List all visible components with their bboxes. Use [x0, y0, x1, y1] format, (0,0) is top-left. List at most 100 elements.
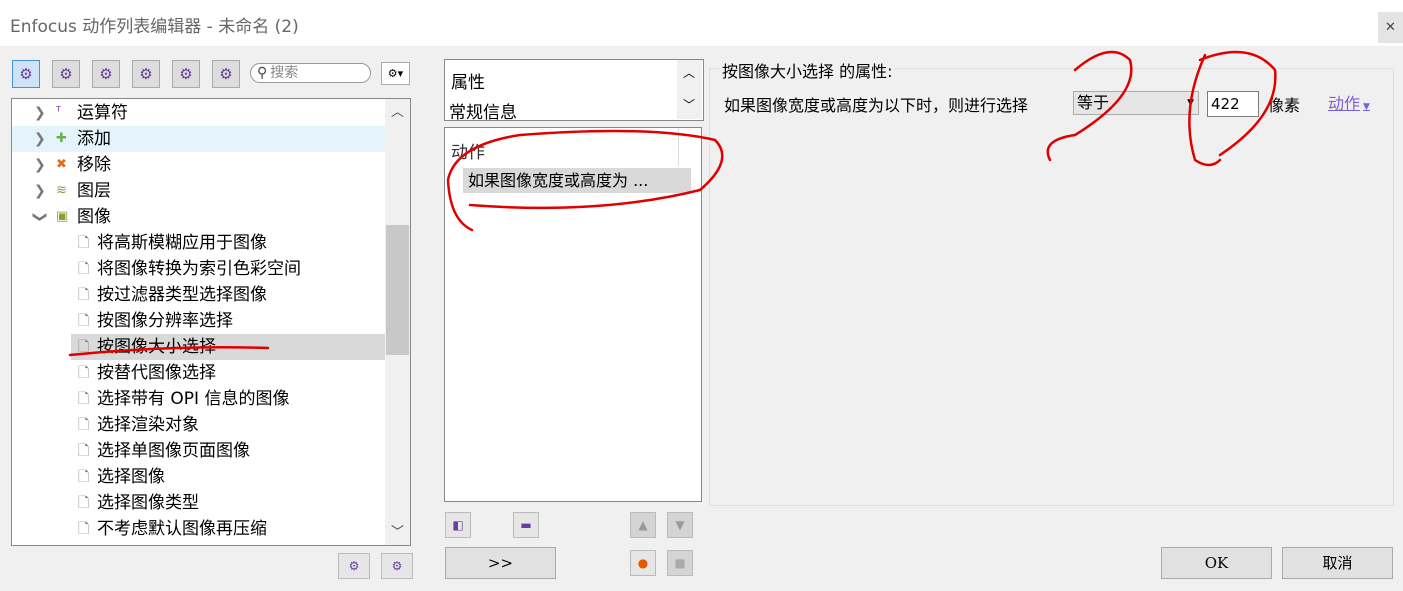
tree-item[interactable]: 🗋 选择带有 OPI 信息的图像: [12, 386, 385, 412]
chevron-right-icon[interactable]: ❯: [34, 152, 46, 178]
tree-category[interactable]: ❯ ▣ 图像: [12, 204, 385, 230]
settings-dropdown[interactable]: ⚙▾: [381, 62, 410, 85]
document-icon: 🗋: [78, 339, 90, 355]
tree-category[interactable]: ❯ ᵀ 运算符: [12, 100, 385, 126]
tree-item[interactable]: 🗋 将图像转换为索引色彩空间: [12, 256, 385, 282]
tree-item-label: 不考虑默认图像再压缩: [97, 519, 267, 539]
document-icon: 🗋: [78, 495, 90, 511]
list-item[interactable]: 常规信息: [449, 98, 517, 123]
gear-check-icon[interactable]: ⚙: [132, 60, 160, 88]
move-up-icon[interactable]: ▲: [630, 512, 656, 538]
category-label: 移除: [77, 155, 111, 175]
action-link-label[interactable]: 动作: [1328, 94, 1360, 113]
tree-item-label: 按过滤器类型选择图像: [97, 285, 267, 305]
move-down-icon[interactable]: ▼: [667, 512, 693, 538]
category-label: 添加: [77, 129, 111, 149]
action-item[interactable]: 如果图像宽度或高度为 ...: [463, 168, 691, 193]
tree-item[interactable]: 🗋 选择渲染对象: [12, 412, 385, 438]
tree-item-label: 选择渲染对象: [97, 415, 199, 435]
scroll-down-icon[interactable]: ﹀: [391, 521, 404, 540]
category-label: 图层: [77, 181, 111, 201]
document-icon: 🗋: [78, 261, 90, 277]
gear-pointer-icon[interactable]: ⚙: [52, 60, 80, 88]
tree-item-label: 选择图像类型: [97, 493, 199, 513]
tree-item[interactable]: 🗋 选择图像类型: [12, 490, 385, 516]
document-icon: 🗋: [78, 417, 90, 433]
gear-refresh-icon[interactable]: ⚙: [92, 60, 120, 88]
search-placeholder: 搜索: [270, 65, 299, 81]
forward-button[interactable]: >>: [445, 547, 556, 579]
tree-item[interactable]: 🗋 选择图像: [12, 464, 385, 490]
chevron-down-icon[interactable]: ❯: [27, 211, 53, 223]
close-button[interactable]: ✕: [1378, 12, 1403, 43]
list-item[interactable]: 属性: [451, 68, 485, 93]
add-action-button[interactable]: ⚙: [338, 553, 370, 579]
ok-button[interactable]: OK: [1161, 547, 1272, 579]
tree-category[interactable]: ❯ ✖ 移除: [12, 152, 385, 178]
action-tree: ❯ ᵀ 运算符 ❯ ✚ 添加 ❯ ✖ 移除 ❯ ≋ 图层 ❯ ▣ 图像 🗋 将高斯模糊应用于图像 🗋 将图…: [11, 98, 411, 546]
action-link[interactable]: 动作 ▼: [1328, 90, 1370, 114]
title-bar: Enfocus 动作列表编辑器 - 未命名 (2) ✕: [0, 0, 1403, 46]
list-scrollbar[interactable]: ︿ ﹀: [677, 60, 702, 119]
dropdown-arrow-icon: ▼: [1363, 102, 1370, 112]
comparison-value: 等于: [1077, 93, 1110, 112]
scrollbar-thumb[interactable]: [386, 225, 409, 355]
properties-title: 按图像大小选择 的属性:: [719, 58, 896, 82]
image-icon: ▣: [56, 209, 69, 224]
add-action-icon[interactable]: ◧: [445, 512, 471, 538]
comparison-select[interactable]: 等于 ▼: [1073, 91, 1199, 115]
plus-icon: ✚: [56, 131, 67, 146]
document-icon: 🗋: [78, 287, 90, 303]
record-icon[interactable]: ●: [630, 550, 656, 576]
document-icon: 🗋: [78, 521, 90, 537]
tree-item-label: 按图像大小选择: [97, 337, 216, 357]
add-group-button[interactable]: ⚙: [381, 553, 413, 579]
dropdown-arrow-icon: ▼: [1187, 98, 1194, 108]
tree-item-label: 将图像转换为索引色彩空间: [97, 259, 301, 279]
properties-group: [709, 68, 1394, 506]
unit-label: 像素: [1268, 96, 1301, 115]
category-label: 图像: [77, 207, 111, 227]
tree-item[interactable]: 🗋 按图像大小选择: [71, 334, 385, 360]
tree-item[interactable]: 🗋 按图像分辨率选择: [12, 308, 385, 334]
remove-icon: ✖: [56, 157, 67, 172]
tree-item-label: 按替代图像选择: [97, 363, 216, 383]
chevron-right-icon[interactable]: ❯: [34, 100, 46, 126]
size-value: 422: [1211, 95, 1240, 113]
document-icon: 🗋: [78, 313, 90, 329]
tree-item[interactable]: 🗋 不考虑默认图像再压缩: [12, 516, 385, 542]
document-icon: 🗋: [78, 391, 90, 407]
cancel-button[interactable]: 取消: [1282, 547, 1393, 579]
category-label: 运算符: [77, 103, 128, 123]
actions-header: 动作: [451, 143, 485, 163]
tree-category[interactable]: ❯ ≋ 图层: [12, 178, 385, 204]
document-icon: 🗋: [78, 469, 90, 485]
properties-list: 属性 常规信息 ︿ ﹀: [444, 59, 704, 123]
stop-icon[interactable]: ■: [667, 550, 693, 576]
gear-info-icon[interactable]: ⚙: [172, 60, 200, 88]
chevron-right-icon[interactable]: ❯: [34, 178, 46, 204]
chevron-right-icon[interactable]: ❯: [34, 126, 46, 152]
layers-icon: ≋: [56, 183, 67, 198]
gear-wrench-icon[interactable]: ⚙: [212, 60, 240, 88]
tree-item[interactable]: 🗋 选择单图像页面图像: [12, 438, 385, 464]
tree-item-label: 选择单图像页面图像: [97, 441, 250, 461]
gear-all-icon[interactable]: ⚙: [12, 60, 40, 88]
operator-icon: ᵀ: [56, 105, 62, 120]
tree-item-label: 选择图像: [97, 467, 165, 487]
tree-item-label: 选择带有 OPI 信息的图像: [97, 389, 290, 409]
tree-item[interactable]: 🗋 按替代图像选择: [12, 360, 385, 386]
condition-label: 如果图像宽度或高度为以下时，则进行选择: [724, 96, 1029, 115]
size-input[interactable]: 422: [1207, 91, 1259, 117]
document-icon: 🗋: [78, 365, 90, 381]
tree-item[interactable]: 🗋 按过滤器类型选择图像: [12, 282, 385, 308]
window-title: Enfocus 动作列表编辑器 - 未命名 (2): [10, 17, 299, 37]
tree-item[interactable]: 🗋 将高斯模糊应用于图像: [12, 230, 385, 256]
search-input[interactable]: ⚲ 搜索: [250, 63, 371, 83]
actions-list: 动作 如果图像宽度或高度为 ...: [444, 127, 702, 502]
scroll-up-icon[interactable]: ︿: [391, 101, 404, 120]
tree-category[interactable]: ❯ ✚ 添加: [12, 126, 385, 152]
document-icon: 🗋: [78, 235, 90, 251]
tree-item-label: 按图像分辨率选择: [97, 311, 233, 331]
remove-action-icon[interactable]: ▬: [513, 512, 539, 538]
